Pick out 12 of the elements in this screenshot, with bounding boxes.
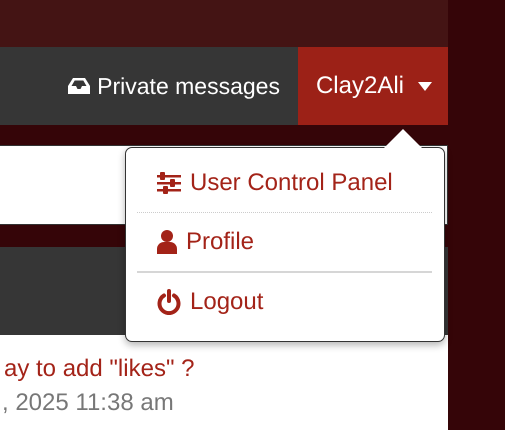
caret-icon bbox=[418, 82, 432, 90]
topic-title[interactable]: ay to add "likes" ? bbox=[2, 355, 194, 383]
power-icon bbox=[157, 289, 181, 315]
user-icon bbox=[157, 230, 177, 254]
post-date: , 2025 11:38 am bbox=[2, 389, 174, 417]
menu-item[interactable]: Logout bbox=[137, 279, 432, 325]
user-menu-button[interactable]: Clay2Ali bbox=[298, 47, 448, 125]
sliders-icon bbox=[157, 172, 181, 194]
menu-item[interactable]: User Control Panel bbox=[137, 160, 432, 206]
menu-item[interactable]: Profile bbox=[137, 219, 432, 265]
nav-link[interactable]: Private messages bbox=[68, 72, 280, 100]
inbox-icon bbox=[68, 77, 90, 95]
